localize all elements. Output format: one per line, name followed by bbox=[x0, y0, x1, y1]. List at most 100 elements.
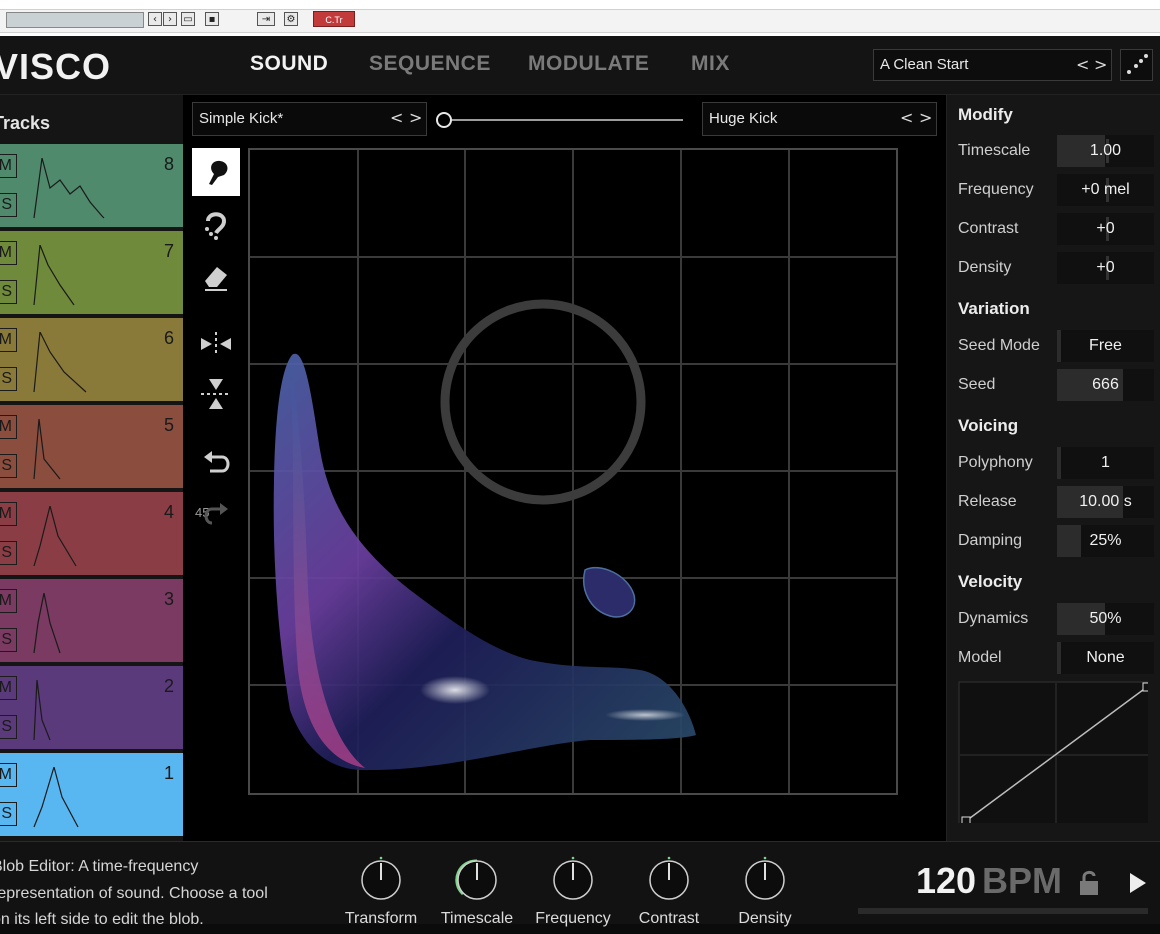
frequency-value-field[interactable]: +0 mel bbox=[1057, 174, 1154, 206]
track-mute-button[interactable]: M bbox=[0, 415, 17, 439]
bpm-value[interactable]: 120 bbox=[916, 860, 976, 902]
model-dropdown[interactable]: None bbox=[1057, 642, 1154, 674]
velocity-curve-editor[interactable] bbox=[958, 681, 1148, 823]
knob-frequency[interactable] bbox=[551, 856, 595, 900]
source-b-selector[interactable]: Huge Kick < > bbox=[702, 102, 937, 136]
host-settings-gear-icon[interactable]: ⚙ bbox=[284, 12, 298, 26]
release-label: Release bbox=[958, 493, 1017, 510]
tab-mix[interactable]: MIX bbox=[691, 52, 730, 76]
knob-transform[interactable] bbox=[359, 856, 403, 900]
track-envelope-shape bbox=[33, 245, 75, 306]
blob-editor: Simple Kick* < > Huge Kick < > 45 bbox=[183, 95, 946, 841]
track-mute-button[interactable]: M bbox=[0, 241, 17, 265]
knob-label: Density bbox=[738, 910, 792, 927]
preset-name: A Clean Start bbox=[880, 56, 969, 73]
source-a-selector[interactable]: Simple Kick* < > bbox=[192, 102, 427, 136]
track-4[interactable]: MS 4 bbox=[0, 492, 183, 575]
magnet-tool-button[interactable] bbox=[192, 200, 240, 248]
host-save-icon[interactable]: ▪ bbox=[205, 12, 219, 26]
track-mute-button[interactable]: M bbox=[0, 763, 17, 787]
knob-label: Frequency bbox=[535, 910, 611, 927]
mirror-horizontal-button[interactable] bbox=[192, 320, 240, 368]
host-plugin-badge[interactable]: C.Tr bbox=[313, 11, 355, 27]
eraser-tool-button[interactable] bbox=[192, 252, 240, 300]
track-solo-button[interactable]: S bbox=[0, 715, 17, 739]
app-logo: VISCO bbox=[0, 46, 112, 87]
undo-icon bbox=[204, 451, 230, 473]
source-a-prev-button[interactable]: < bbox=[390, 108, 403, 127]
track-mute-button[interactable]: M bbox=[0, 502, 17, 526]
redo-icon bbox=[204, 503, 228, 525]
tab-sound[interactable]: SOUND bbox=[250, 52, 328, 76]
plugin-window: VISCO SOUND SEQUENCE MODULATE MIX A Clea… bbox=[0, 36, 1160, 928]
track-envelope-shape bbox=[33, 419, 61, 480]
track-5[interactable]: MS 5 bbox=[0, 405, 183, 488]
host-prev-button[interactable]: ‹ bbox=[148, 12, 162, 26]
tracks-panel: Tracks MS8MS7MS6MS5MS4MS3MS2MS1 bbox=[0, 95, 183, 841]
seed-value-field[interactable]: 666 bbox=[1057, 369, 1154, 401]
undo-button[interactable] bbox=[192, 441, 240, 489]
track-solo-button[interactable]: S bbox=[0, 802, 17, 826]
source-b-prev-button[interactable]: < bbox=[900, 108, 913, 127]
host-toolbar: ‹ › ▭ ▪ ⇥ ⚙ C.Tr bbox=[0, 0, 1160, 36]
timescale-value-field[interactable]: 1.00 bbox=[1057, 135, 1154, 167]
redo-button[interactable] bbox=[192, 491, 240, 539]
mirror-vertical-button[interactable] bbox=[192, 370, 240, 418]
source-b-next-button[interactable]: > bbox=[919, 108, 932, 127]
track-solo-button[interactable]: S bbox=[0, 280, 17, 304]
play-icon[interactable] bbox=[1127, 870, 1149, 896]
polyphony-value-field[interactable]: 1 bbox=[1057, 447, 1154, 479]
track-3[interactable]: MS 3 bbox=[0, 579, 183, 662]
host-open-folder-icon[interactable]: ▭ bbox=[181, 12, 195, 26]
track-8[interactable]: MS 8 bbox=[0, 144, 183, 227]
knob-density[interactable] bbox=[743, 856, 787, 900]
morph-slider-thumb bbox=[436, 112, 452, 128]
track-2[interactable]: MS 2 bbox=[0, 666, 183, 749]
tempo-lock-icon[interactable] bbox=[1078, 870, 1100, 896]
seed-mode-label: Seed Mode bbox=[958, 337, 1040, 354]
track-number: 3 bbox=[163, 589, 174, 609]
polyphony-label: Polyphony bbox=[958, 454, 1033, 471]
knob-timescale[interactable] bbox=[455, 856, 499, 900]
track-mute-button[interactable]: M bbox=[0, 589, 17, 613]
host-preset-field[interactable] bbox=[6, 12, 144, 28]
morph-slider[interactable] bbox=[435, 108, 687, 132]
track-solo-button[interactable]: S bbox=[0, 541, 17, 565]
knob-label: Transform bbox=[344, 910, 418, 927]
seed-mode-dropdown[interactable]: Free bbox=[1057, 330, 1154, 362]
preset-next-button[interactable]: > bbox=[1094, 55, 1107, 74]
track-mute-button[interactable]: M bbox=[0, 154, 17, 178]
dots-icon bbox=[1127, 54, 1148, 74]
knob-contrast[interactable] bbox=[647, 856, 691, 900]
brush-tool-button[interactable] bbox=[192, 148, 240, 196]
track-solo-button[interactable]: S bbox=[0, 193, 17, 217]
track-solo-button[interactable]: S bbox=[0, 628, 17, 652]
contrast-value-field[interactable]: +0 bbox=[1057, 213, 1154, 245]
host-next-button[interactable]: › bbox=[163, 12, 177, 26]
density-value-field[interactable]: +0 bbox=[1057, 252, 1154, 284]
track-solo-button[interactable]: S bbox=[0, 367, 17, 391]
track-solo-button[interactable]: S bbox=[0, 454, 17, 478]
app-header: VISCO SOUND SEQUENCE MODULATE MIX A Clea… bbox=[0, 36, 1160, 95]
track-6[interactable]: MS 6 bbox=[0, 318, 183, 401]
release-value-field[interactable]: 10.00 s bbox=[1057, 486, 1154, 518]
preset-prev-button[interactable]: < bbox=[1076, 55, 1089, 74]
track-envelope-shape bbox=[33, 158, 105, 219]
preset-randomize-button[interactable] bbox=[1120, 49, 1153, 81]
damping-value-field[interactable]: 25% bbox=[1057, 525, 1154, 557]
dynamics-value-field[interactable]: 50% bbox=[1057, 603, 1154, 635]
track-number: 5 bbox=[163, 415, 174, 435]
blob-canvas[interactable] bbox=[248, 148, 898, 795]
blob-canvas-svg bbox=[250, 150, 896, 793]
track-1[interactable]: MS 1 bbox=[0, 753, 183, 836]
preset-selector[interactable]: A Clean Start < > bbox=[873, 49, 1112, 81]
tab-modulate[interactable]: MODULATE bbox=[528, 52, 649, 76]
track-7[interactable]: MS 7 bbox=[0, 231, 183, 314]
source-a-next-button[interactable]: > bbox=[409, 108, 422, 127]
track-mute-button[interactable]: M bbox=[0, 328, 17, 352]
track-mute-button[interactable]: M bbox=[0, 676, 17, 700]
host-routing-icon[interactable]: ⇥ bbox=[257, 12, 275, 26]
tab-sequence[interactable]: SEQUENCE bbox=[369, 52, 491, 76]
source-a-name: Simple Kick* bbox=[199, 110, 284, 127]
magnet-icon bbox=[205, 212, 227, 240]
